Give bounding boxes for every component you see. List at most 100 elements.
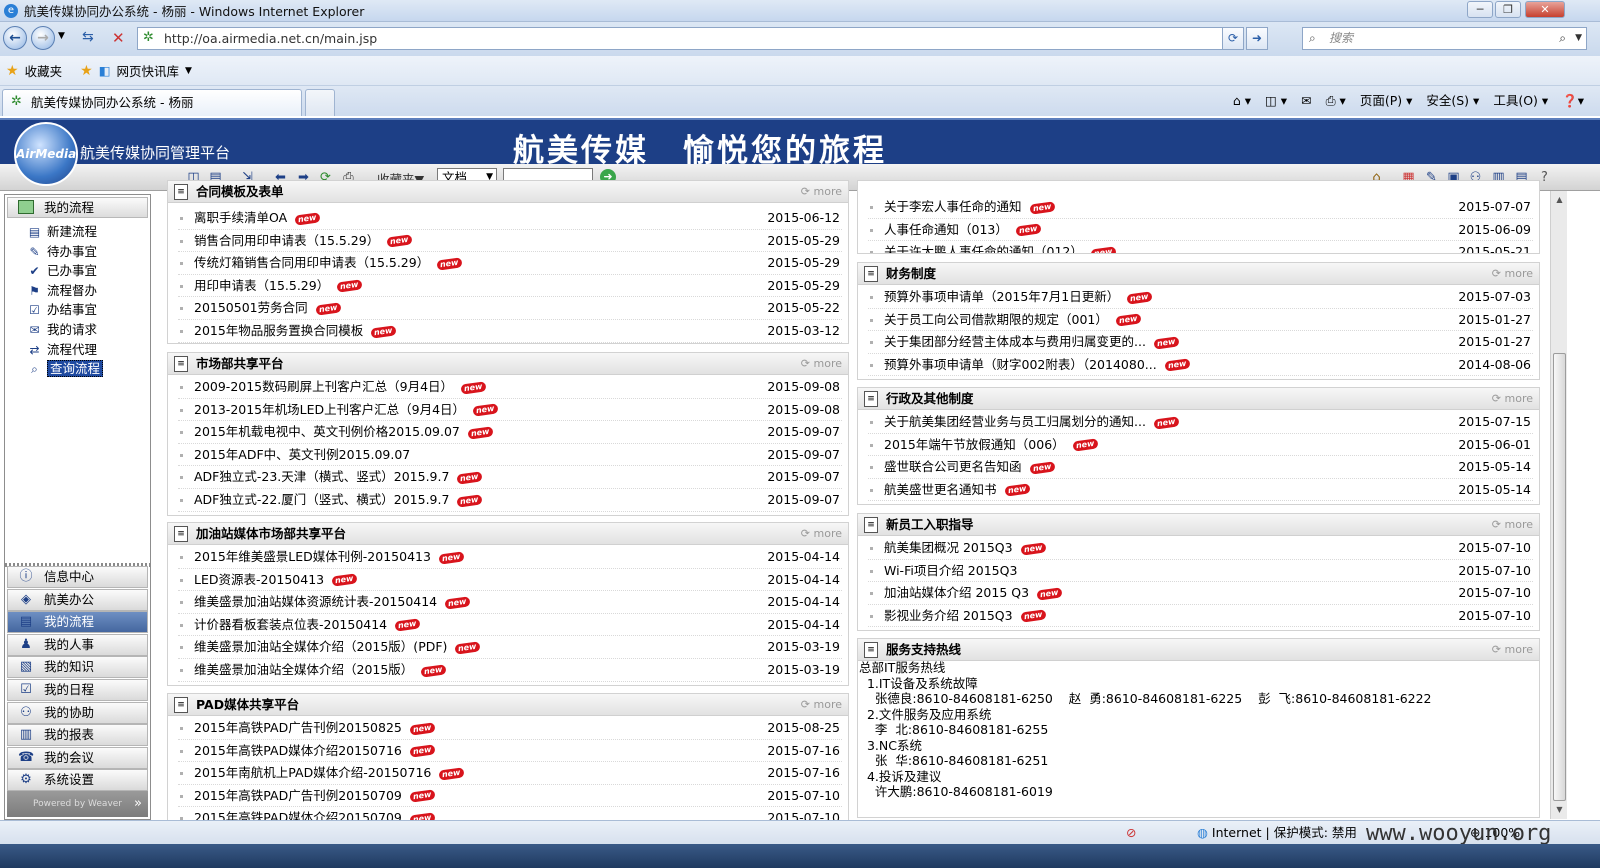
- forward-button[interactable]: →: [31, 26, 55, 50]
- list-item[interactable]: 2015年ADF中、英文刊例2015.09.07 2015-09-07: [178, 444, 842, 467]
- home-icon[interactable]: ⌂ ▾: [1233, 90, 1251, 112]
- url-text[interactable]: http://oa.airmedia.net.cn/main.jsp: [164, 31, 377, 46]
- list-item[interactable]: ADF独立式-22.厦门（竖式、横式）2015.9.7 new 2015-09-07: [178, 489, 842, 512]
- item-link[interactable]: ADF独立式-23.天津（横式、竖式）2015.9.7 new: [194, 466, 483, 488]
- module-6[interactable]: ☑ 我的日程: [7, 679, 148, 701]
- list-item[interactable]: 航美集团概况 2015Q3 new 2015-07-10: [868, 537, 1533, 560]
- list-item[interactable]: 盛世联合公司更名告知函 new 2015-05-14: [868, 456, 1533, 479]
- item-link[interactable]: 2015年高铁PAD广告刊例20150709 new: [194, 785, 435, 807]
- page-menu[interactable]: 页面(P) ▾: [1360, 90, 1413, 112]
- module-4[interactable]: ♟ 我的人事: [7, 633, 148, 656]
- list-item[interactable]: Wi-Fi项目介绍 2015Q3 2015-07-10: [868, 560, 1533, 583]
- more-link[interactable]: ⟳ more: [1492, 642, 1533, 658]
- item-link[interactable]: 传统灯箱销售合同用印申请表（15.5.29） new: [194, 252, 463, 274]
- item-link[interactable]: 2015年ADF中、英文刊例2015.09.07: [194, 444, 410, 466]
- sidebar-item-4[interactable]: ⚑ 流程督办: [25, 282, 97, 300]
- list-item[interactable]: ADF独立式-23.天津（横式、竖式）2015.9.7 new 2015-09-07: [178, 466, 842, 489]
- sidebar-item-8[interactable]: ⌕ 查询流程: [25, 360, 104, 378]
- more-link[interactable]: ⟳ more: [801, 697, 842, 713]
- module-8[interactable]: ▥ 我的报表: [7, 724, 148, 747]
- list-item[interactable]: 影视业务介绍 2015Q3 new 2015-07-10: [868, 605, 1533, 628]
- module-3[interactable]: ▤ 我的流程: [7, 611, 148, 634]
- sidebar-header[interactable]: 我的流程: [7, 197, 148, 218]
- list-item[interactable]: 2015年物品服务置换合同模板 new 2015-03-12: [178, 320, 842, 343]
- stop-icon[interactable]: ✕: [112, 29, 125, 47]
- search-icon[interactable]: ⌕: [1559, 28, 1566, 49]
- close-button[interactable]: ✕: [1525, 1, 1565, 18]
- item-link[interactable]: LED资源表-20150413 new: [194, 569, 358, 591]
- sidebar-item-6[interactable]: ✉ 我的请求: [25, 321, 97, 339]
- list-item[interactable]: 离职手续清单OA new 2015-06-12: [178, 207, 842, 230]
- item-link[interactable]: 航美盛世更名通知书 new: [884, 479, 1030, 501]
- list-item[interactable]: 关于航美集团经营业务与员工归属划分的通知... new 2015-07-15: [868, 411, 1533, 434]
- item-link[interactable]: 盛世联合公司更名告知函 new: [884, 456, 1055, 478]
- list-item[interactable]: 2015年南航机上PAD媒体介绍-20150716 new 2015-07-16: [178, 762, 842, 785]
- scroll-up-icon[interactable]: ▲: [1553, 193, 1566, 207]
- item-link[interactable]: 2015年维美盛景LED媒体刊例-20150413 new: [194, 546, 465, 568]
- address-bar[interactable]: ✲ http://oa.airmedia.net.cn/main.jsp ▼: [137, 27, 1242, 50]
- list-item[interactable]: 预算外事项申请单（2015年7月1日更新） new 2015-07-03: [868, 286, 1533, 309]
- item-link[interactable]: 计价器看板套装点位表-20150414 new: [194, 614, 421, 636]
- web-slice-gallery-link[interactable]: 网页快讯库: [116, 61, 179, 80]
- item-link[interactable]: 2015年物品服务置换合同模板 new: [194, 320, 397, 342]
- sidebar-item-5[interactable]: ☑ 办结事宜: [25, 301, 97, 319]
- security-zone[interactable]: ◍ Internet | 保护模式: 禁用: [1197, 825, 1357, 841]
- favorites-button[interactable]: 收藏夹: [25, 61, 63, 80]
- item-link[interactable]: 关于李宏人事任命的通知 new: [884, 196, 1055, 218]
- item-link[interactable]: 关于集团部分经营主体成本与费用归属变更的... new: [884, 331, 1180, 353]
- list-item[interactable]: 2015年维美盛景LED媒体刊例-20150413 new 2015-04-14: [178, 546, 842, 569]
- item-link[interactable]: 关于员工向公司借款期限的规定（001） new: [884, 309, 1141, 331]
- item-link[interactable]: 2013-2015年机场LED上刊客户汇总（9月4日） new: [194, 399, 499, 421]
- item-link[interactable]: 离职手续清单OA new: [194, 207, 321, 229]
- list-item[interactable]: 销售合同用印申请表（15.5.29） new 2015-05-29: [178, 230, 842, 253]
- item-link[interactable]: 人事任命通知（013） new: [884, 219, 1041, 241]
- module-7[interactable]: ⚇ 我的协助: [7, 701, 148, 724]
- sidebar-item-3[interactable]: ✔ 已办事宜: [25, 262, 97, 280]
- scroll-down-icon[interactable]: ▼: [1553, 803, 1566, 817]
- popup-blocked-icon[interactable]: ⊘: [1126, 825, 1136, 840]
- list-item[interactable]: 关于许大鹏人事任命的通知（012） new 2015-05-21: [868, 241, 1533, 253]
- item-link[interactable]: 预算外事项申请单（财字002附表）（2014080... new: [884, 354, 1190, 376]
- sidebar-item-1[interactable]: ▤ 新建流程: [25, 223, 97, 241]
- list-item[interactable]: 用印申请表（15.5.29） new 2015-05-29: [178, 275, 842, 298]
- item-link[interactable]: 销售合同用印申请表（15.5.29） new: [194, 230, 413, 252]
- more-link[interactable]: ⟳ more: [1492, 266, 1533, 282]
- module-9[interactable]: ☎ 我的会议: [7, 746, 148, 769]
- more-link[interactable]: ⟳ more: [801, 526, 842, 542]
- collapse-icon[interactable]: »: [134, 791, 142, 817]
- tools-menu[interactable]: 工具(O) ▾: [1493, 90, 1548, 112]
- item-link[interactable]: 航美集团概况 2015Q3 new: [884, 537, 1046, 559]
- module-2[interactable]: ◈ 航美办公: [7, 588, 148, 611]
- item-link[interactable]: 2015年高铁PAD媒体介绍20150716 new: [194, 740, 435, 762]
- refresh-button[interactable]: ⟳: [1222, 27, 1244, 50]
- item-link[interactable]: 维美盛景加油站全媒体介绍（2015版） new: [194, 659, 447, 681]
- item-link[interactable]: 2015年高铁PAD广告刊例20150825 new: [194, 717, 435, 739]
- add-favorite-icon[interactable]: ★: [80, 63, 93, 79]
- list-item[interactable]: 加油站媒体介绍 2015 Q3 new 2015-07-10: [868, 582, 1533, 605]
- item-link[interactable]: 2015年端午节放假通知（006） new: [884, 434, 1098, 456]
- browser-tab-active[interactable]: ✲ 航美传媒协同办公系统 - 杨丽: [2, 89, 302, 116]
- list-item[interactable]: 2009-2015数码刷屏上刊客户汇总（9月4日） new 2015-09-08: [178, 376, 842, 399]
- more-link[interactable]: ⟳ more: [1492, 517, 1533, 533]
- maximize-button[interactable]: ❐: [1495, 1, 1521, 18]
- sidebar-item-7[interactable]: ⇄ 流程代理: [25, 341, 97, 359]
- item-link[interactable]: 2015年机载电视中、英文刊例价格2015.09.07 new: [194, 421, 493, 443]
- list-item[interactable]: 关于李宏人事任命的通知 new 2015-07-07: [868, 196, 1533, 219]
- print-icon[interactable]: ⎙ ▾: [1326, 90, 1346, 112]
- item-link[interactable]: 20150501劳务合同 new: [194, 297, 341, 319]
- list-item[interactable]: 航美盛世更名通知书 new 2015-05-14: [868, 479, 1533, 502]
- list-item[interactable]: 传统灯箱销售合同用印申请表（15.5.29） new 2015-05-29: [178, 252, 842, 275]
- module-5[interactable]: ▧ 我的知识: [7, 656, 148, 679]
- feeds-icon[interactable]: ◫ ▾: [1265, 90, 1287, 112]
- new-tab-button[interactable]: [305, 89, 335, 116]
- list-item[interactable]: 人事任命通知（013） new 2015-06-09: [868, 219, 1533, 242]
- search-dropdown-icon[interactable]: ▼: [1575, 28, 1582, 49]
- list-item[interactable]: 关于集团部分经营主体成本与费用归属变更的... new 2015-01-27: [868, 331, 1533, 354]
- list-item[interactable]: 维美盛景加油站全媒体介绍（2015版）(PDF) new 2015-03-19: [178, 636, 842, 659]
- item-link[interactable]: 用印申请表（15.5.29） new: [194, 275, 363, 297]
- list-item[interactable]: 2015年端午节放假通知（006） new 2015-06-01: [868, 434, 1533, 457]
- item-link[interactable]: 加油站媒体介绍 2015 Q3 new: [884, 582, 1063, 604]
- list-item[interactable]: 20150501劳务合同 new 2015-05-22: [178, 297, 842, 320]
- list-item[interactable]: 维美盛景加油站全媒体介绍（2015版） new 2015-03-19: [178, 659, 842, 682]
- list-item[interactable]: 维美盛景加油站媒体资源统计表-20150414 new 2015-04-14: [178, 591, 842, 614]
